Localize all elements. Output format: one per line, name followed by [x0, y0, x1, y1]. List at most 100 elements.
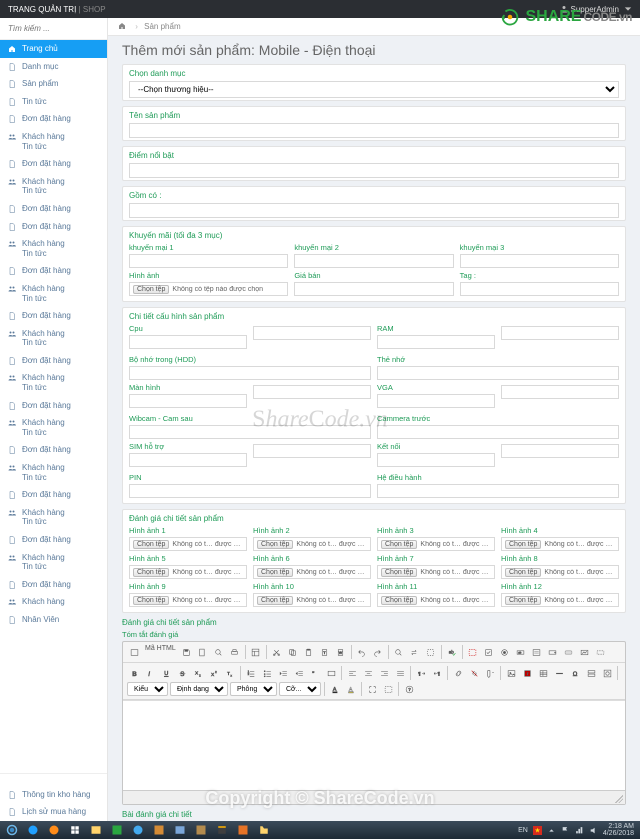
spec-input[interactable] — [129, 453, 247, 467]
spec-input[interactable] — [129, 335, 247, 349]
promo3-input[interactable] — [460, 254, 619, 268]
sidebar-footer-item[interactable]: Lịch sử mua hàng — [0, 803, 107, 821]
spec-input[interactable] — [377, 453, 495, 467]
anch-button[interactable] — [483, 666, 497, 680]
taskbar-app[interactable] — [233, 822, 253, 838]
spec-input[interactable] — [253, 385, 371, 399]
spec-input[interactable] — [253, 444, 371, 458]
out-button[interactable] — [276, 666, 290, 680]
sidebar-item[interactable]: Khách hàngTin tức — [0, 414, 107, 441]
blk-button[interactable] — [381, 682, 395, 696]
brand-select[interactable]: --Chọn thương hiệu-- — [129, 81, 619, 98]
editor-summary-area[interactable] — [123, 700, 625, 790]
image-file-picker[interactable]: Chọn tệpKhông có t… được chọn — [377, 593, 495, 607]
user-menu[interactable]: SupperAdmin — [560, 5, 632, 14]
image-file-picker[interactable]: Chọn tệpKhông có t… được chọn — [253, 537, 371, 551]
rtl-button[interactable]: ¶ — [430, 666, 444, 680]
quote-button[interactable]: ” — [308, 666, 322, 680]
sidebar-item[interactable]: Đơn đặt hàng — [0, 307, 107, 325]
source-button[interactable] — [127, 645, 141, 659]
sidebar-item[interactable]: Đơn đặt hàng — [0, 531, 107, 549]
promo-image-file[interactable]: Chọn tệp Không có tệp nào được chọn — [129, 282, 288, 296]
sidebar-item[interactable]: Khách hàngTin tức — [0, 504, 107, 531]
ifr-button[interactable] — [600, 666, 614, 680]
paste-button[interactable] — [302, 645, 316, 659]
sel-button[interactable] — [424, 645, 438, 659]
font-select[interactable]: Phông — [230, 682, 277, 696]
bcol-button[interactable]: A — [344, 682, 358, 696]
und-button[interactable]: U — [159, 666, 173, 680]
spec-input[interactable] — [377, 335, 495, 349]
cut-button[interactable] — [270, 645, 284, 659]
sidebar-item[interactable]: Khách hàngTin tức — [0, 235, 107, 262]
search-input[interactable] — [0, 18, 107, 40]
sidebar-item[interactable]: Đơn đặt hàng — [0, 200, 107, 218]
img-button[interactable] — [504, 666, 518, 680]
form-button[interactable] — [466, 645, 480, 659]
start-button[interactable] — [2, 822, 22, 838]
taskbar-app[interactable] — [128, 822, 148, 838]
image-file-picker[interactable]: Chọn tệpKhông có t… được chọn — [129, 565, 247, 579]
image-file-picker[interactable]: Chọn tệpKhông có t… được chọn — [129, 593, 247, 607]
spec-input[interactable] — [501, 444, 619, 458]
taskbar-app[interactable] — [191, 822, 211, 838]
imgb-button[interactable] — [578, 645, 592, 659]
sidebar-item[interactable]: Đơn đặt hàng — [0, 110, 107, 128]
txta-button[interactable] — [530, 645, 544, 659]
comes-with-input[interactable] — [129, 203, 619, 218]
sup-button[interactable]: X2 — [207, 666, 221, 680]
sidebar-item[interactable]: Đơn đặt hàng — [0, 486, 107, 504]
max-button[interactable] — [365, 682, 379, 696]
image-file-picker[interactable]: Chọn tệpKhông có t… được chọn — [501, 537, 619, 551]
newp-button[interactable] — [196, 645, 210, 659]
sidebar-item[interactable]: Khách hàngTin tức — [0, 369, 107, 396]
sidebar-item[interactable]: Khách hàngTin tức — [0, 459, 107, 486]
strk-button[interactable]: S — [175, 666, 189, 680]
sidebar-item[interactable]: Khách hàng — [0, 593, 107, 611]
sidebar-item[interactable]: Nhân Viên — [0, 611, 107, 629]
print-button[interactable] — [228, 645, 242, 659]
taskbar-app[interactable] — [44, 822, 64, 838]
brk-button[interactable] — [584, 666, 598, 680]
spell-button[interactable]: ab — [445, 645, 459, 659]
link-button[interactable] — [451, 666, 465, 680]
char-button[interactable]: Ω — [568, 666, 582, 680]
ltr-button[interactable]: ¶ — [414, 666, 428, 680]
sidebar-item[interactable]: Đơn đặt hàng — [0, 441, 107, 459]
image-file-picker[interactable]: Chọn tệpKhông có t… được chọn — [377, 537, 495, 551]
spec-input[interactable] — [129, 425, 371, 439]
taskbar-app[interactable] — [149, 822, 169, 838]
sidebar-item[interactable]: Đơn đặt hàng — [0, 352, 107, 370]
redo-button[interactable] — [371, 645, 385, 659]
image-file-picker[interactable]: Chọn tệpKhông có t… được chọn — [501, 593, 619, 607]
save-button[interactable] — [180, 645, 194, 659]
rad-button[interactable] — [498, 645, 512, 659]
hr-button[interactable] — [552, 666, 566, 680]
sidebar-item[interactable]: Đơn đặt hàng — [0, 218, 107, 236]
system-tray[interactable]: EN 2:18 AM 4/26/2018 — [518, 823, 638, 837]
copy-button[interactable] — [286, 645, 300, 659]
bold-button[interactable]: B — [127, 666, 141, 680]
spec-input[interactable] — [253, 326, 371, 340]
rfm-button[interactable]: Tx — [223, 666, 237, 680]
promo2-input[interactable] — [294, 254, 453, 268]
sidebar-item[interactable]: Danh mục — [0, 58, 107, 76]
spec-input[interactable] — [501, 326, 619, 340]
taskbar-app[interactable] — [23, 822, 43, 838]
promo1-input[interactable] — [129, 254, 288, 268]
spec-input[interactable] — [377, 366, 619, 380]
sidebar-item[interactable]: Đơn đặt hàng — [0, 576, 107, 594]
jc-button[interactable] — [361, 666, 375, 680]
taskbar-app[interactable] — [212, 822, 232, 838]
price-input[interactable] — [294, 282, 453, 296]
hid-button[interactable] — [594, 645, 608, 659]
taskbar-app[interactable] — [254, 822, 274, 838]
tag-input[interactable] — [460, 282, 619, 296]
btn-button[interactable] — [562, 645, 576, 659]
taskbar-app[interactable] — [170, 822, 190, 838]
image-file-picker[interactable]: Chọn tệpKhông có t… được chọn — [253, 565, 371, 579]
chk-button[interactable] — [482, 645, 496, 659]
seli-button[interactable] — [546, 645, 560, 659]
taskbar-app[interactable] — [86, 822, 106, 838]
tbl-button[interactable] — [536, 666, 550, 680]
